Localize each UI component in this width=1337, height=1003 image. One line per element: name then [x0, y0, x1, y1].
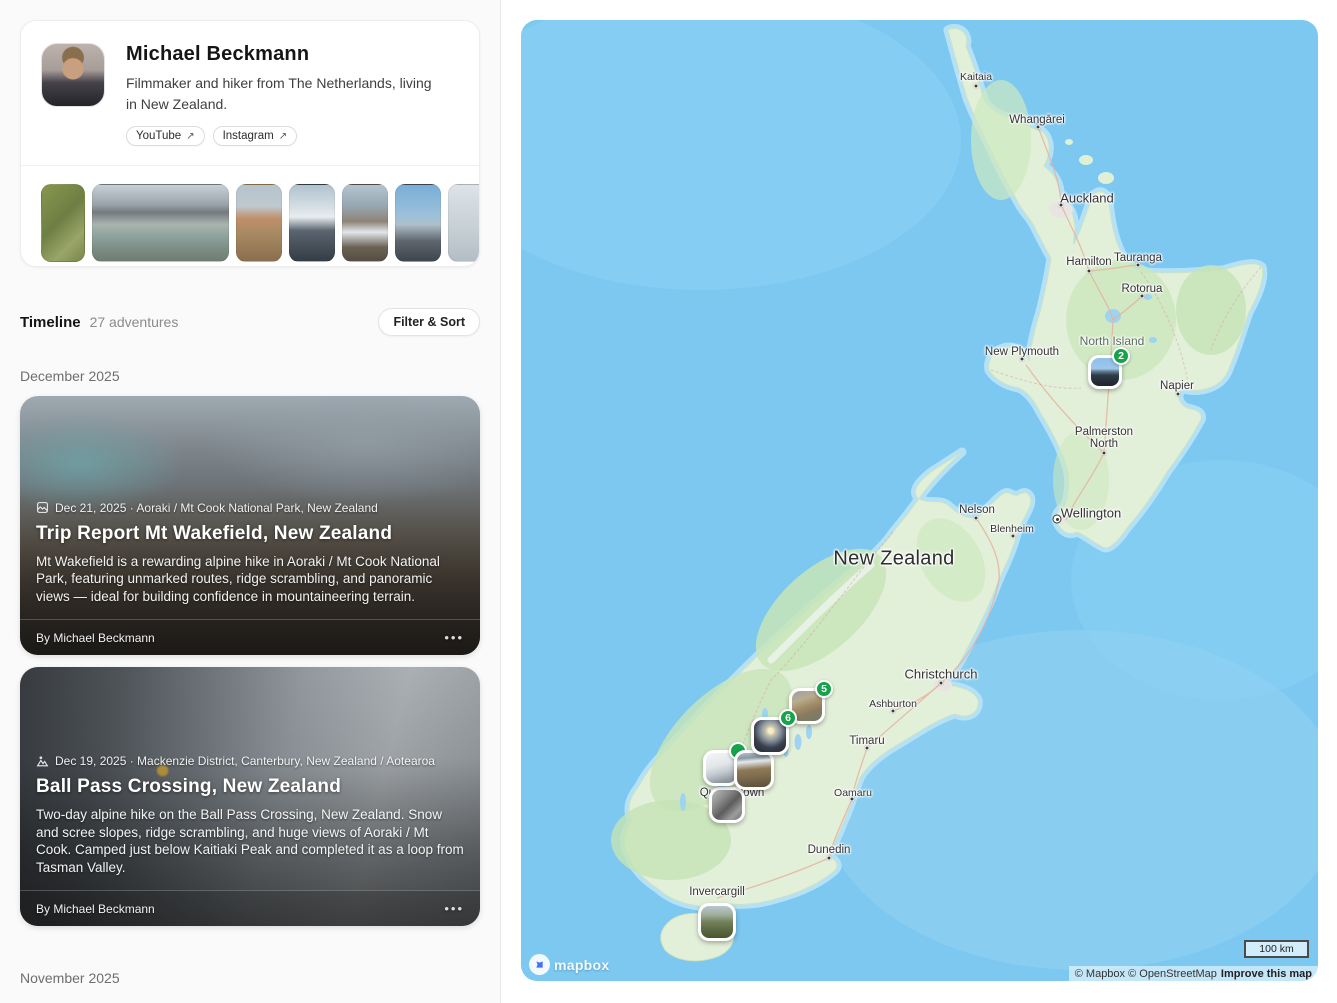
month-header-december: December 2025: [20, 368, 480, 384]
profile-gallery: [21, 166, 479, 262]
mapbox-wordmark: mapbox: [554, 957, 609, 973]
timeline-heading: Timeline: [20, 314, 81, 331]
card-meta: Dec 21, 2025 · Aoraki / Mt Cook National…: [36, 501, 464, 515]
gallery-photo[interactable]: [448, 184, 479, 262]
card-description: Two-day alpine hike on the Ball Pass Cro…: [36, 806, 464, 876]
gallery-photo[interactable]: [289, 184, 335, 262]
month-header-november: November 2025: [20, 970, 480, 986]
marker-photo: [734, 750, 774, 790]
more-options-icon[interactable]: •••: [444, 630, 464, 645]
city-dot-nelson: [974, 516, 979, 521]
gallery-photo[interactable]: [236, 184, 282, 262]
city-dot-oamaru: [850, 797, 855, 802]
avatar: [41, 43, 105, 107]
city-dot-rotorua: [1140, 294, 1145, 299]
gallery-photo[interactable]: [92, 184, 229, 262]
map-photo-marker[interactable]: [698, 903, 736, 941]
marker-photo: [709, 787, 745, 823]
more-options-icon[interactable]: •••: [444, 901, 464, 916]
marker-count-badge: 2: [1112, 347, 1130, 365]
adventure-count: 27 adventures: [90, 314, 179, 330]
gallery-photo[interactable]: [342, 184, 388, 262]
card-byline: By Michael Beckmann: [36, 902, 155, 916]
capital-icon: [1053, 515, 1062, 524]
mountains-icon: [36, 755, 49, 768]
card-byline: By Michael Beckmann: [36, 631, 155, 645]
attribution-text: © Mapbox © OpenStreetMap: [1075, 968, 1217, 980]
map-photo-marker[interactable]: [734, 750, 774, 790]
external-link-icon: ↗: [186, 131, 194, 142]
city-dot-ashburton: [891, 709, 896, 714]
map-canvas[interactable]: KaitaiaWhangāreiAucklandHamiltonTauranga…: [521, 20, 1318, 981]
instagram-link-button[interactable]: Instagram ↗: [213, 126, 298, 146]
sidebar: Michael Beckmann Filmmaker and hiker fro…: [0, 0, 501, 1003]
filter-sort-button[interactable]: Filter & Sort: [378, 308, 480, 336]
profile-card: Michael Beckmann Filmmaker and hiker fro…: [20, 20, 480, 267]
city-dot-dunedin: [827, 856, 832, 861]
city-dot-timaru: [865, 746, 870, 751]
marker-photo: [698, 903, 736, 941]
city-dot-whang-rei: [1036, 125, 1041, 130]
map-photo-marker[interactable]: [709, 787, 745, 823]
card-description: Mt Wakefield is a rewarding alpine hike …: [36, 553, 464, 606]
city-dot-napier: [1176, 392, 1181, 397]
youtube-label: YouTube: [136, 130, 181, 142]
city-dot-hamilton: [1087, 269, 1092, 274]
map-photo-marker[interactable]: 6: [751, 717, 789, 755]
city-dot-tauranga: [1136, 263, 1141, 268]
map-terrain: [521, 20, 1318, 981]
card-title: Trip Report Mt Wakefield, New Zealand: [36, 523, 464, 545]
photo-icon: [36, 501, 49, 514]
profile-bio: Filmmaker and hiker from The Netherlands…: [126, 73, 446, 115]
improve-map-link[interactable]: Improve this map: [1221, 968, 1312, 980]
mapbox-logo[interactable]: mapbox: [529, 954, 609, 975]
instagram-label: Instagram: [223, 130, 274, 142]
marker-count-badge: 5: [815, 680, 833, 698]
city-dot-christchurch: [939, 681, 944, 686]
map-attribution: © Mapbox © OpenStreetMap Improve this ma…: [1069, 966, 1318, 981]
map-scale-bar: 100 km: [1244, 940, 1309, 958]
adventure-card-mt-wakefield[interactable]: Dec 21, 2025 · Aoraki / Mt Cook National…: [20, 396, 480, 655]
gallery-photo[interactable]: [41, 184, 85, 262]
city-dot-new-plymouth: [1020, 357, 1025, 362]
card-title: Ball Pass Crossing, New Zealand: [36, 776, 464, 798]
adventure-card-ball-pass[interactable]: Dec 19, 2025 · Mackenzie District, Cante…: [20, 667, 480, 926]
mapbox-pin-icon: [529, 954, 550, 975]
city-dot-auckland: [1059, 203, 1064, 208]
city-dot-blenheim: [1011, 534, 1016, 539]
youtube-link-button[interactable]: YouTube ↗: [126, 126, 205, 146]
city-dot-kaitaia: [974, 84, 979, 89]
profile-name: Michael Beckmann: [126, 43, 459, 66]
marker-count-badge: 6: [779, 709, 797, 727]
city-dot-palmerston-north: [1102, 451, 1107, 456]
map-photo-marker[interactable]: 2: [1088, 355, 1122, 389]
card-meta: Dec 19, 2025 · Mackenzie District, Cante…: [36, 754, 464, 768]
external-link-icon: ↗: [279, 131, 287, 142]
gallery-photo[interactable]: [395, 184, 441, 262]
